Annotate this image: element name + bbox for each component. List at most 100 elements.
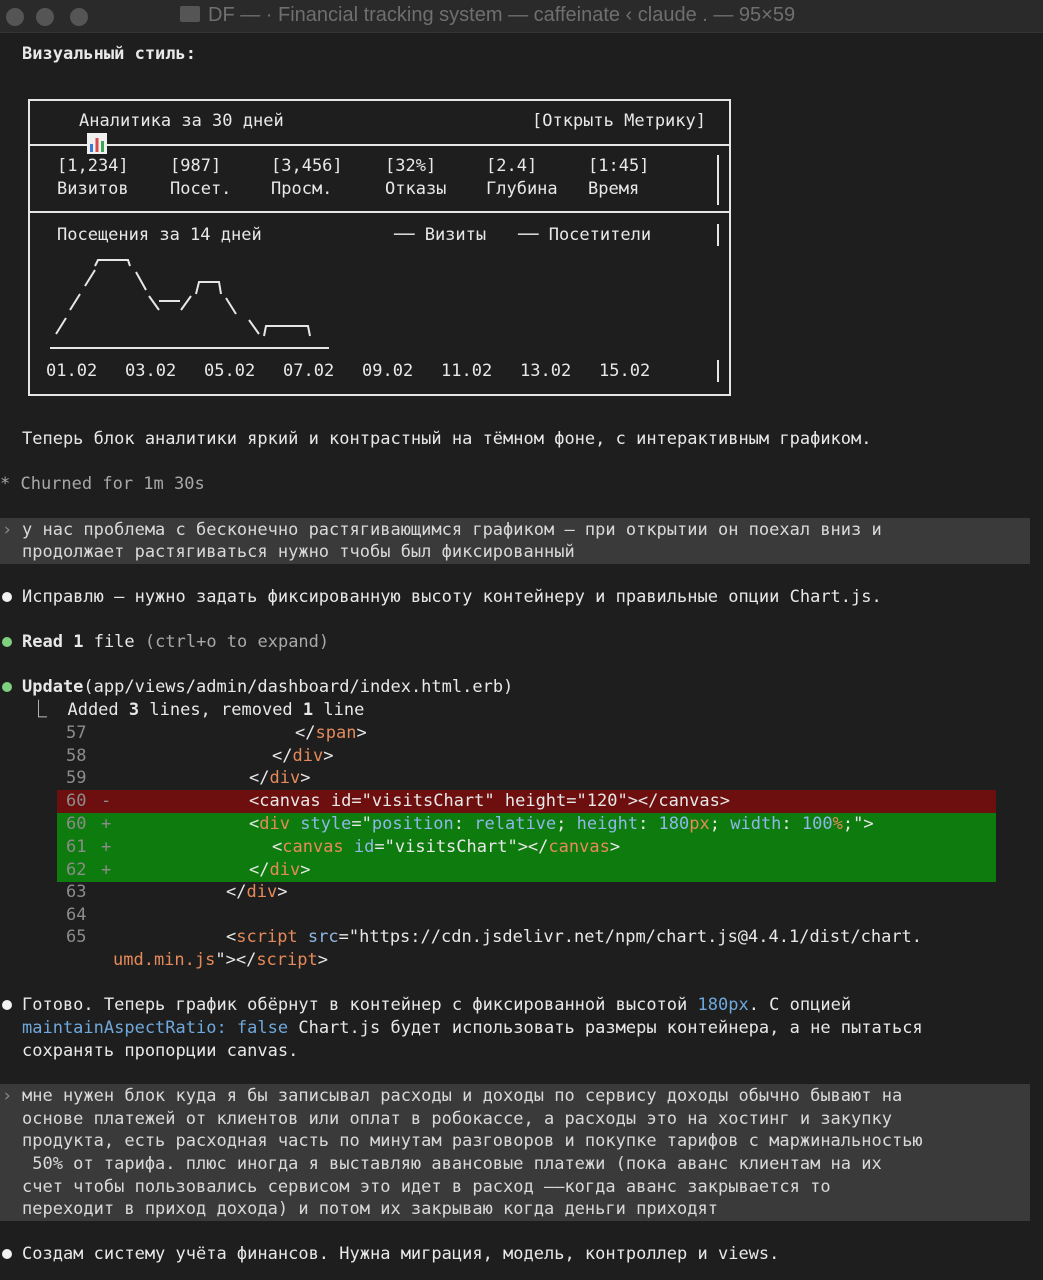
metric-value: [1:45] xyxy=(588,156,650,176)
chart-segment xyxy=(248,319,260,335)
update-tool-line: Update(app/views/admin/dashboard/index.h… xyxy=(22,677,514,697)
metric-value: [3,456] xyxy=(271,156,343,176)
diff-sign: - xyxy=(101,791,112,811)
metric-value: [1,234] xyxy=(57,156,129,176)
chart-segment xyxy=(69,293,81,311)
metric-label: Отказы xyxy=(385,179,447,199)
chart-segment xyxy=(195,281,222,295)
metric-value: [32%] xyxy=(385,156,437,176)
metric-value: [987] xyxy=(170,156,222,176)
message-bullet xyxy=(2,1249,12,1259)
window-titlebar: DF — · Financial tracking system — caffe… xyxy=(0,0,1043,33)
minimize-window-button[interactable] xyxy=(36,8,54,26)
assistant-message: Создам систему учёта финансов. Нужна миг… xyxy=(22,1244,780,1264)
read-tool-line[interactable]: Read 1 file (ctrl+o to expand) xyxy=(22,631,329,654)
legend-visits: ── Визиты xyxy=(394,225,487,245)
metric-label: Просм. xyxy=(271,179,333,199)
user-message-line: переходит в приход дохода) и потом их за… xyxy=(22,1199,718,1219)
chart-title: Посещения за 14 дней xyxy=(57,225,262,245)
line-number: 63 xyxy=(66,882,87,902)
assistant-message: Теперь блок аналитики яркий и контрастны… xyxy=(22,429,872,449)
user-message-block: › мне нужен блок куда я бы записывал рас… xyxy=(0,1084,1030,1221)
code-line-added: <canvas id="visitsChart"></canvas> xyxy=(272,837,621,857)
open-metrika-link[interactable]: [Открыть Метрику] xyxy=(532,110,706,133)
user-message-line: счет чтобы пользовались сервисом это иде… xyxy=(22,1177,831,1197)
assistant-message-line: сохранять пропорции canvas. xyxy=(22,1041,299,1061)
metric-value: [2.4] xyxy=(486,156,538,176)
chart-segment xyxy=(225,297,237,315)
box-edge-tick xyxy=(717,155,719,205)
code-line: umd.min.js"></script> xyxy=(113,950,328,970)
metric-label: Посет. xyxy=(170,179,232,199)
box-edge-tick xyxy=(717,224,719,246)
bar-chart-icon xyxy=(46,110,107,154)
line-number: 60 xyxy=(66,814,87,834)
prompt-caret: › xyxy=(2,1086,13,1106)
diff-sign: + xyxy=(101,837,112,857)
visual-style-heading: Визуальный стиль: xyxy=(22,44,196,64)
date-tick: 01.02 xyxy=(46,361,98,381)
user-message-line: основе платежей от клиентов или оплат в … xyxy=(22,1109,892,1129)
zoom-window-button[interactable] xyxy=(70,8,88,26)
message-bullet xyxy=(2,1000,12,1010)
chart-segment xyxy=(263,325,311,337)
window-title: DF — · Financial tracking system — caffe… xyxy=(180,4,795,27)
chart-segment xyxy=(94,259,131,267)
code-line: </div> xyxy=(249,768,311,788)
date-tick: 05.02 xyxy=(204,361,256,381)
line-number: 57 xyxy=(66,723,87,743)
code-line: </div> xyxy=(226,882,288,902)
tool-bullet xyxy=(2,682,12,692)
date-tick: 07.02 xyxy=(283,361,335,381)
folder-icon xyxy=(180,6,200,22)
metric-label: Глубина xyxy=(486,179,558,199)
chart-segment xyxy=(180,295,192,311)
assistant-message-line: Готово. Теперь график обёрнут в контейне… xyxy=(22,995,852,1015)
metric-label: Время xyxy=(588,179,640,199)
user-message-line: продукта, есть расходная часть по минута… xyxy=(22,1131,923,1151)
prompt-caret: › xyxy=(2,520,13,540)
line-number: 64 xyxy=(66,905,87,925)
churned-status: * Churned for 1m 30s xyxy=(0,474,205,494)
chart-segment xyxy=(135,271,147,291)
assistant-message-line: maintainAspectRatio: false Chart.js буде… xyxy=(22,1018,923,1038)
message-bullet xyxy=(2,592,12,602)
ascii-line-chart xyxy=(50,259,329,349)
date-tick: 13.02 xyxy=(520,361,572,381)
update-summary: ⎿ Added 3 lines, removed 1 line xyxy=(30,700,365,720)
code-line-added: <div style="position: relative; height: … xyxy=(249,814,874,834)
code-line: </span> xyxy=(295,723,367,743)
box-divider xyxy=(28,144,731,146)
line-number: 60 xyxy=(66,791,87,811)
line-number: 58 xyxy=(66,746,87,766)
chart-segment xyxy=(148,295,160,311)
user-message-line: продолжает растягиваться нужно тчобы был… xyxy=(22,542,575,562)
date-tick: 09.02 xyxy=(362,361,414,381)
code-line-removed: <canvas id="visitsChart" height="120"></… xyxy=(249,791,731,811)
chart-segment xyxy=(55,317,67,335)
line-number: 59 xyxy=(66,768,87,788)
chart-segment xyxy=(84,269,96,287)
code-line: <script src="https://cdn.jsdelivr.net/np… xyxy=(226,927,923,947)
assistant-message: Исправлю — нужно задать фиксированную вы… xyxy=(22,587,882,607)
box-divider xyxy=(28,211,731,213)
diff-sign: + xyxy=(101,860,112,880)
analytics-title: Аналитика за 30 дней xyxy=(79,111,284,131)
date-tick: 15.02 xyxy=(599,361,651,381)
line-number: 61 xyxy=(66,837,87,857)
diff-sign: + xyxy=(101,814,112,834)
close-window-button[interactable] xyxy=(6,8,24,26)
legend-visitors: ── Посетители xyxy=(518,225,652,245)
user-message-line: у нас проблема с бесконечно растягивающи… xyxy=(22,520,882,540)
user-message-block: › у нас проблема с бесконечно растягиваю… xyxy=(0,518,1030,564)
tool-bullet xyxy=(2,637,12,647)
user-message-line: мне нужен блок куда я бы записывал расхо… xyxy=(22,1086,903,1106)
code-line: </div> xyxy=(272,746,334,766)
box-edge-tick xyxy=(717,360,719,382)
diff-row-added xyxy=(57,859,996,882)
metric-label: Визитов xyxy=(57,179,129,199)
line-number: 65 xyxy=(66,927,87,947)
code-line-added: </div> xyxy=(249,860,311,880)
date-tick: 03.02 xyxy=(125,361,177,381)
user-message-line: 50% от тарифа. плюс иногда я выставляю а… xyxy=(22,1154,882,1174)
